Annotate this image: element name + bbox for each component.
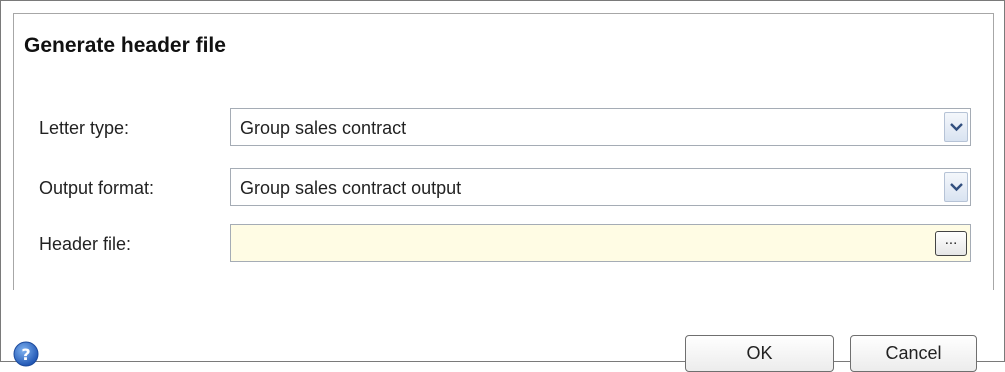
dialog-title: Generate header file	[24, 34, 226, 57]
chevron-down-icon	[950, 123, 963, 132]
svg-text:?: ?	[21, 345, 30, 364]
generate-header-file-dialog: Generate header file Letter type: Group …	[0, 0, 1005, 372]
browse-button[interactable]: ...	[935, 231, 967, 256]
chevron-down-icon	[950, 183, 963, 192]
dialog-footer: ? OK Cancel	[1, 290, 1004, 372]
output-format-label: Output format:	[39, 178, 155, 198]
letter-type-value: Group sales contract	[240, 118, 407, 138]
letter-type-select[interactable]: Group sales contract	[230, 108, 971, 146]
ok-button[interactable]: OK	[685, 335, 834, 372]
cancel-button[interactable]: Cancel	[850, 335, 977, 372]
output-format-select[interactable]: Group sales contract output	[230, 168, 971, 206]
output-format-value: Group sales contract output	[240, 178, 462, 198]
help-icon[interactable]: ?	[13, 341, 39, 367]
header-file-input[interactable]: ...	[230, 224, 971, 262]
header-file-label: Header file:	[39, 234, 132, 254]
letter-type-label: Letter type:	[39, 118, 130, 138]
letter-type-dropdown-button[interactable]	[944, 112, 968, 142]
output-format-dropdown-button[interactable]	[944, 172, 968, 202]
